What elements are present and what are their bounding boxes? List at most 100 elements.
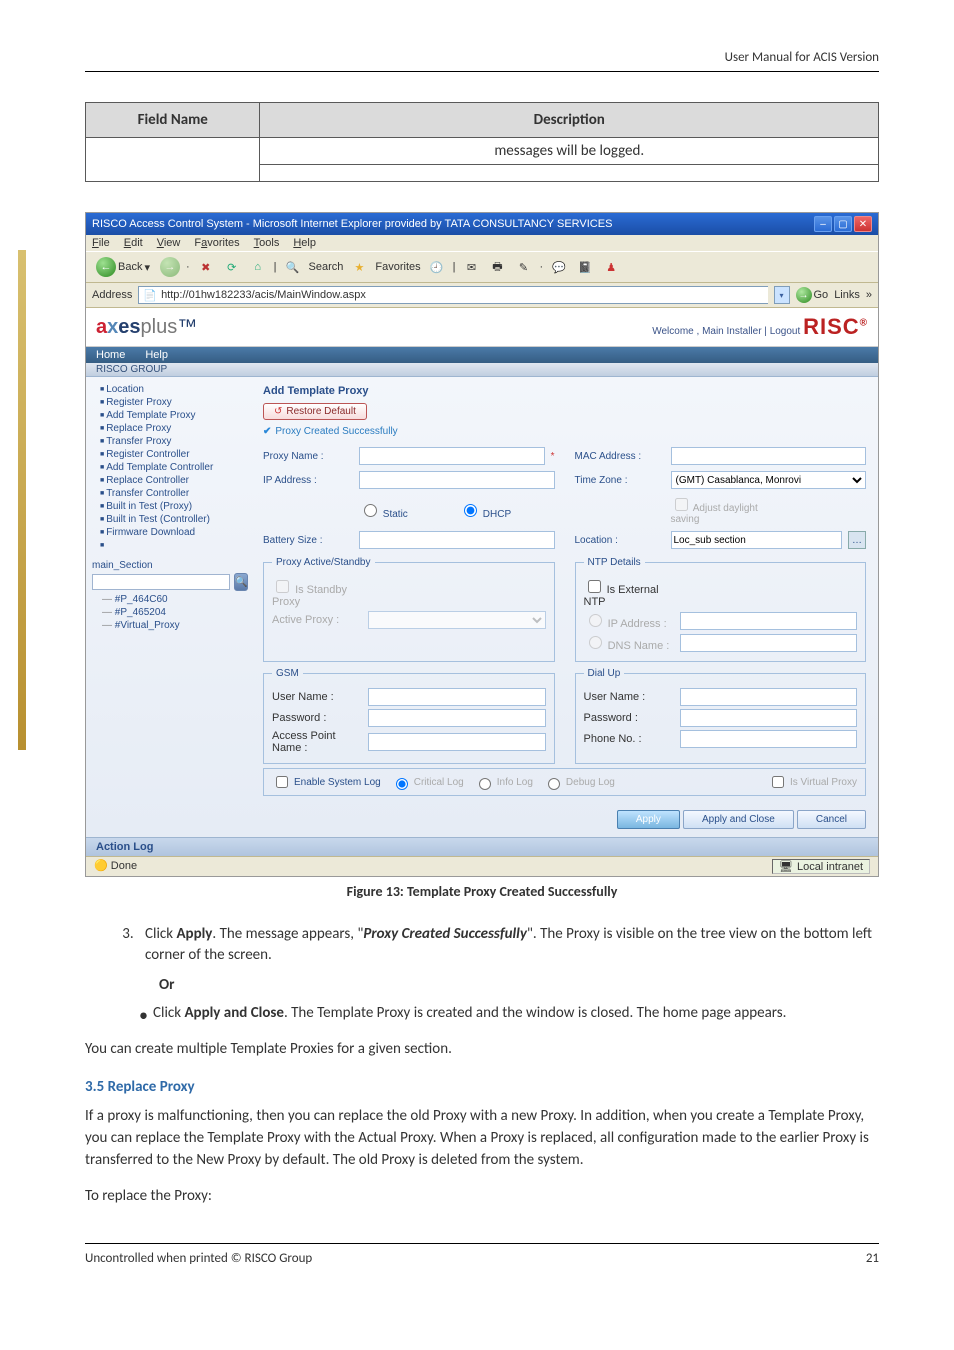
input-ntp-dns [680,634,858,652]
input-mac[interactable] [671,447,867,465]
tree-search-button[interactable]: 🔍 [234,573,248,591]
radio-static[interactable]: Static [359,501,449,520]
app-header: axesplus™ Welcome , Main Installer | Log… [86,308,878,347]
address-dropdown[interactable]: ▾ [774,286,790,304]
logout-link[interactable]: Logout [770,326,801,337]
td-fn-blank [86,138,260,182]
back-button[interactable]: ← Back ▾ [92,256,154,278]
sidebar-item-bit-proxy[interactable]: Built in Test (Proxy) [92,500,245,513]
label-ip: IP Address : [263,475,353,486]
search-icon[interactable]: 🔍 [283,257,303,277]
sidebar-item-register-controller[interactable]: Register Controller [92,448,245,461]
radio-info-log[interactable]: Info Log [474,775,533,790]
go-label: Go [814,289,829,301]
sidebar-item-replace-proxy[interactable]: Replace Proxy [92,422,245,435]
maximize-button[interactable]: ▢ [834,216,852,232]
radio-debug-log[interactable]: Debug Log [543,775,615,790]
menu-tools[interactable]: Tools [254,237,280,249]
location-browse-button[interactable]: … [848,531,866,549]
label-battery: Battery Size : [263,535,353,546]
sidebar-item-transfer-controller[interactable]: Transfer Controller [92,487,245,500]
search-label[interactable]: Search [309,261,344,273]
go-button[interactable]: → Go [796,287,829,303]
input-gsm-pass[interactable] [368,709,546,727]
radio-critical-log[interactable]: Critical Log [391,775,464,790]
favorites-icon[interactable]: ★ [349,257,369,277]
input-proxy-name[interactable] [359,447,545,465]
refresh-icon[interactable]: ⟳ [222,257,242,277]
sidebar-item-firmware[interactable]: Firmware Download [92,526,245,539]
links-label[interactable]: Links [834,289,860,301]
menu-edit[interactable]: Edit [124,237,143,249]
checkbox-enable-log[interactable]: Enable System Log [272,773,381,791]
input-gsm-user[interactable] [368,688,546,706]
log-controls: Enable System Log Critical Log Info Log … [263,768,866,796]
url-text: http://01hw182233/acis/MainWindow.aspx [161,289,366,301]
checkbox-ext-ntp[interactable]: Is External NTP [584,577,674,608]
close-button[interactable]: ✕ [854,216,872,232]
tree-node-2[interactable]: #P_465204 [92,606,245,619]
print-icon[interactable]: 🖶 [488,257,508,277]
mail-icon[interactable]: ✉ [462,257,482,277]
select-tz[interactable]: (GMT) Casablanca, Monrovi [671,471,867,489]
sidebar-item-bit-controller[interactable]: Built in Test (Controller) [92,513,245,526]
edit-icon[interactable]: ✎ [514,257,534,277]
apply-close-button[interactable]: Apply and Close [683,810,794,829]
tree-search-input[interactable] [92,574,230,590]
label-gsm-apn: Access Point Name : [272,730,362,754]
label-tz: Time Zone : [575,475,665,486]
messenger-icon[interactable]: ♟ [601,257,621,277]
sidebar-item-blank [92,539,245,552]
sidebar-item-location[interactable]: Location [92,383,245,396]
td-desc-blank [260,165,879,182]
sidebar-item-add-template-proxy[interactable]: Add Template Proxy [92,409,245,422]
address-label: Address [92,289,132,301]
apply-button[interactable]: Apply [617,810,680,829]
label-location: Location : [575,535,665,546]
action-log-bar[interactable]: Action Log [86,837,878,856]
menu-help[interactable]: Help [293,237,316,249]
research-icon[interactable]: 📓 [575,257,595,277]
sidebar-item-add-template-controller[interactable]: Add Template Controller [92,461,245,474]
input-battery[interactable] [359,531,555,549]
window-titlebar: RISCO Access Control System - Microsoft … [86,213,878,235]
minimize-button[interactable]: – [814,216,832,232]
footer-left: Uncontrolled when printed © RISCO Group [85,1251,312,1266]
page-header: User Manual for ACIS Version [85,50,879,71]
sidebar-item-replace-controller[interactable]: Replace Controller [92,474,245,487]
checkbox-is-standby: Is Standby Proxy [272,577,362,608]
address-input[interactable]: 📄 http://01hw182233/acis/MainWindow.aspx [138,286,767,304]
discuss-icon[interactable]: 💬 [549,257,569,277]
sidebar-item-transfer-proxy[interactable]: Transfer Proxy [92,435,245,448]
input-dial-user[interactable] [680,688,858,706]
menu-favorites[interactable]: Favorites [194,237,239,249]
nav-home[interactable]: Home [96,349,125,361]
tree-node-1[interactable]: #P_464C60 [92,593,245,606]
history-icon[interactable]: 🕘 [427,257,447,277]
input-gsm-apn[interactable] [368,733,546,751]
tree-node-3[interactable]: #Virtual_Proxy [92,619,245,632]
side-decoration [18,250,26,750]
input-dial-phone[interactable] [680,730,858,748]
cancel-button[interactable]: Cancel [797,810,866,829]
home-icon[interactable]: ⌂ [248,257,268,277]
links-chevron-icon[interactable]: » [866,289,872,301]
radio-dhcp[interactable]: DHCP [459,501,549,520]
input-dial-pass[interactable] [680,709,858,727]
checkbox-virtual-proxy[interactable]: Is Virtual Proxy [768,773,857,791]
input-ip[interactable] [359,471,555,489]
stop-icon[interactable]: ✖ [196,257,216,277]
input-location[interactable] [671,531,843,549]
menu-file[interactable]: File [92,237,110,249]
sidebar-item-register-proxy[interactable]: Register Proxy [92,396,245,409]
favorites-label[interactable]: Favorites [375,261,420,273]
nav-help[interactable]: Help [145,349,168,361]
restore-default-button[interactable]: ↺ Restore Default [263,403,367,420]
forward-button[interactable]: → [160,257,180,277]
footer-page-number: 21 [866,1251,879,1266]
menubar: File Edit View Favorites Tools Help [86,235,878,251]
or-label: Or [159,976,879,994]
figure-caption: Figure 13: Template Proxy Created Succes… [85,883,879,900]
screenshot-window: RISCO Access Control System - Microsoft … [85,212,879,877]
menu-view[interactable]: View [157,237,181,249]
